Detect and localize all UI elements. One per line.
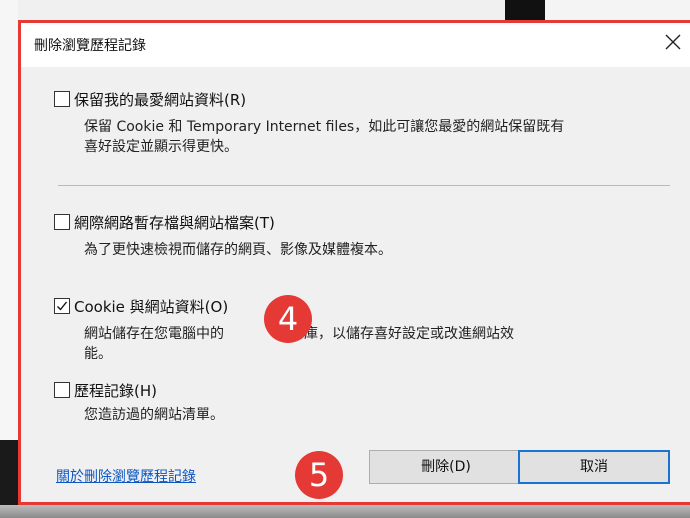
checkbox-cookies[interactable]: [54, 298, 70, 314]
description-line: 保留 Cookie 和 Temporary Internet files，如此可…: [84, 119, 565, 135]
dialog-title: 刪除瀏覽歷程記錄: [34, 38, 146, 54]
description-line: 網站儲存在您電腦中的 資料庫，以儲存喜好設定或改進網站效: [84, 324, 684, 344]
description-line: 能。: [84, 346, 112, 362]
option-description: 您造訪過的網站清單。: [84, 405, 684, 425]
background-taskbar: [0, 505, 690, 518]
cancel-button[interactable]: 取消: [518, 450, 670, 484]
about-delete-history-link[interactable]: 關於刪除瀏覽歷程記錄: [56, 466, 196, 486]
option-description: 保留 Cookie 和 Temporary Internet files，如此可…: [84, 117, 684, 157]
step-4-badge: 4: [264, 295, 312, 343]
background-window-dark: [505, 0, 545, 22]
delete-browsing-history-dialog: 刪除瀏覽歷程記錄 保留我的最愛網站資料(R) 保留 Cookie 和 Tempo…: [18, 20, 690, 505]
checkbox-keep-favorites[interactable]: [54, 91, 70, 107]
option-label: 網際網路暫存檔與網站檔案(T): [74, 214, 275, 232]
description-line: 您造訪過的網站清單。: [84, 407, 224, 423]
option-label: 保留我的最愛網站資料(R): [74, 91, 247, 109]
delete-button[interactable]: 刪除(D): [369, 450, 523, 484]
description-fragment: 網站儲存在您電腦中的: [84, 326, 224, 342]
option-description: 網站儲存在您電腦中的 資料庫，以儲存喜好設定或改進網站效 能。: [84, 324, 684, 364]
close-icon[interactable]: [662, 31, 684, 53]
option-description: 為了更快速檢視而儲存的網頁、影像及媒體複本。: [84, 240, 684, 260]
description-line: 為了更快速檢視而儲存的網頁、影像及媒體複本。: [84, 242, 392, 258]
description-line: 喜好設定並顯示得更快。: [84, 139, 238, 155]
step-5-badge: 5: [295, 451, 343, 499]
checkmark-icon: [57, 301, 68, 311]
option-label: Cookie 與網站資料(O): [74, 298, 229, 316]
dialog-titlebar: 刪除瀏覽歷程記錄: [21, 23, 690, 67]
description-fragment: 資料庫，以儲存喜好設定或改進網站效: [276, 326, 514, 342]
separator: [58, 185, 670, 186]
checkbox-history[interactable]: [54, 382, 70, 398]
checkbox-temporary-files[interactable]: [54, 214, 70, 230]
option-label: 歷程記錄(H): [74, 382, 157, 400]
